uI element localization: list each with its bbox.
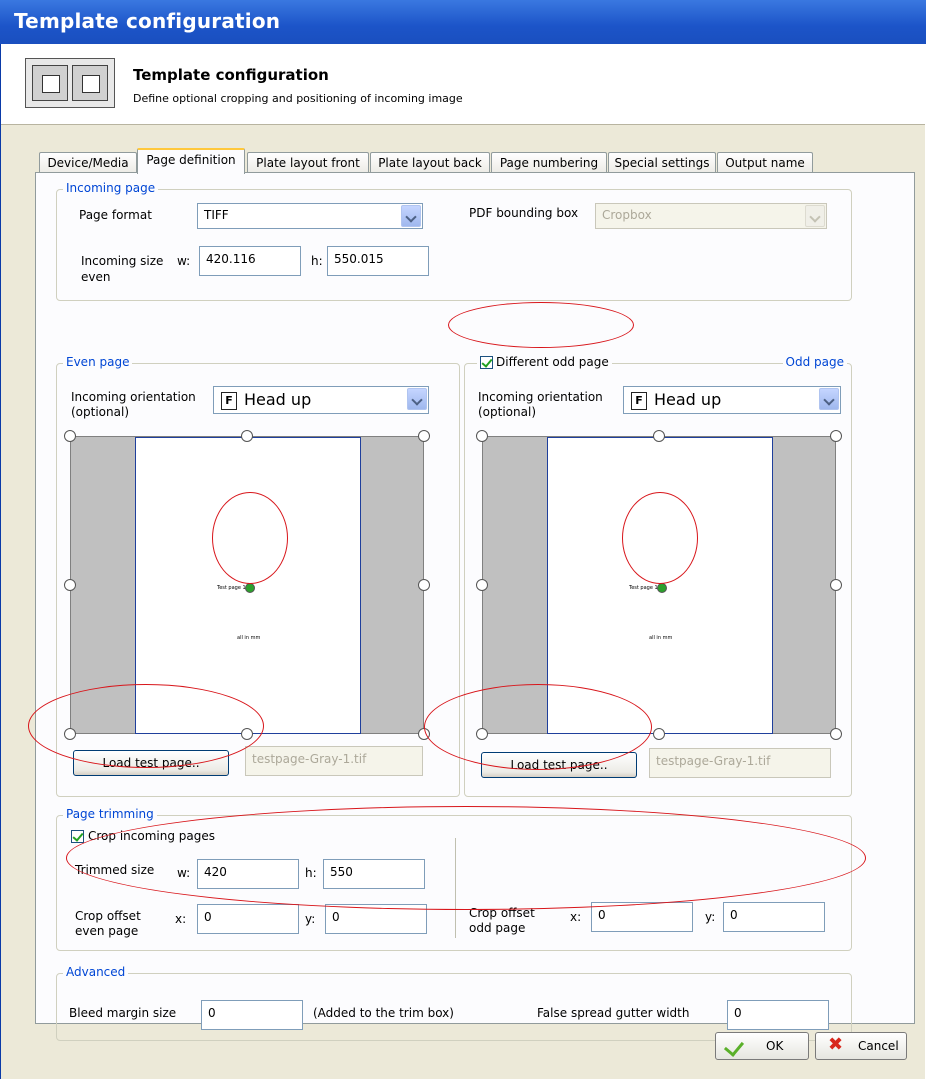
even-orientation-label: Incoming orientation: [71, 390, 196, 404]
bleed-margin-label: Bleed margin size: [69, 1006, 177, 1020]
incoming-page-legend: Incoming page: [63, 181, 159, 195]
odd-orientation-label: Incoming orientation: [478, 390, 603, 404]
odd-crop-offset-label2: odd page: [469, 921, 526, 935]
even-preview-small-text: all in mm: [237, 635, 261, 641]
different-odd-page-checkbox[interactable]: [480, 355, 493, 369]
advanced-group: Advanced Bleed margin size 0 (Added to t…: [56, 965, 852, 1041]
chevron-down-icon: [407, 388, 427, 410]
incoming-w-label: w:: [177, 254, 191, 268]
close-icon: ✖: [828, 1034, 844, 1055]
even-crop-offset-label2: even page: [75, 924, 139, 938]
pdf-bounding-box-select[interactable]: Cropbox: [595, 203, 827, 229]
window-title: Template configuration: [14, 9, 281, 33]
odd-handle-top-left[interactable]: [476, 430, 488, 442]
bleed-margin-note: (Added to the trim box): [313, 1006, 454, 1020]
even-y-label: y:: [305, 912, 316, 926]
orientation-f-icon: F: [221, 392, 237, 410]
different-odd-page-toggle[interactable]: Different odd page: [477, 355, 612, 369]
odd-y-label: y:: [705, 910, 716, 924]
tab-plate-layout-front[interactable]: Plate layout front: [247, 152, 369, 173]
tab-page-numbering[interactable]: Page numbering: [491, 152, 607, 173]
page-format-label: Page format: [79, 208, 152, 222]
odd-preview-small-text: all in mm: [649, 635, 673, 641]
odd-handle-top-right[interactable]: [830, 430, 842, 442]
annotation-circle: [212, 492, 288, 584]
odd-orientation-optional: (optional): [478, 405, 536, 419]
odd-x-label: x:: [570, 910, 582, 924]
template-icon: [25, 58, 115, 108]
even-x-label: x:: [175, 912, 187, 926]
odd-handle-top[interactable]: [653, 430, 665, 442]
even-preview-text: Test page 1: [217, 585, 246, 591]
incoming-size-label: Incoming size: [81, 254, 164, 268]
chevron-down-icon: [819, 388, 839, 410]
even-orientation-optional: (optional): [71, 405, 129, 419]
pdf-bounding-box-label: PDF bounding box: [469, 206, 579, 220]
incoming-height-input[interactable]: 550.015: [327, 246, 429, 276]
incoming-size-even-label: even: [81, 270, 111, 284]
odd-preview-text: Test page 1: [629, 585, 658, 591]
odd-anchor-dot[interactable]: [657, 583, 667, 593]
even-orientation-select[interactable]: F Head up: [213, 386, 429, 414]
tab-plate-layout-back[interactable]: Plate layout back: [370, 152, 490, 173]
header-title: Template configuration: [133, 66, 329, 84]
even-handle-top-right[interactable]: [418, 430, 430, 442]
odd-orientation-select[interactable]: F Head up: [623, 386, 841, 414]
tab-output-name[interactable]: Output name: [717, 152, 813, 173]
odd-handle-left[interactable]: [476, 579, 488, 591]
bleed-margin-input[interactable]: 0: [201, 1000, 303, 1030]
tab-page-definition[interactable]: Page definition: [137, 148, 245, 174]
chevron-down-icon: [401, 205, 421, 227]
odd-test-file-field[interactable]: testpage-Gray-1.tif: [649, 748, 831, 778]
advanced-legend: Advanced: [63, 965, 129, 979]
gutter-width-label: False spread gutter width: [537, 1006, 690, 1020]
crop-incoming-checkbox[interactable]: [71, 830, 84, 843]
chevron-down-icon: [805, 205, 825, 227]
odd-handle-bottom[interactable]: [653, 728, 665, 740]
gutter-width-input[interactable]: 0: [727, 1000, 829, 1030]
dialog-header: Template configuration Define optional c…: [1, 44, 925, 125]
incoming-page-group: Incoming page Page format TIFF PDF bound…: [56, 181, 852, 301]
annotation-circle: [66, 806, 866, 910]
odd-page-legend: Odd page: [782, 355, 847, 369]
even-handle-top[interactable]: [241, 430, 253, 442]
annotation-circle: [622, 492, 698, 584]
cancel-button[interactable]: ✖ Cancel: [815, 1032, 907, 1060]
tab-special-settings[interactable]: Special settings: [608, 152, 716, 173]
tab-device-media[interactable]: Device/Media: [39, 152, 137, 173]
even-test-file-field[interactable]: testpage-Gray-1.tif: [245, 746, 423, 776]
orientation-f-icon: F: [631, 392, 647, 410]
even-handle-left[interactable]: [64, 579, 76, 591]
page-trimming-legend: Page trimming: [63, 807, 157, 821]
even-handle-right[interactable]: [418, 579, 430, 591]
even-handle-top-left[interactable]: [64, 430, 76, 442]
odd-offset-y-input[interactable]: 0: [723, 902, 825, 932]
even-page-legend: Even page: [63, 355, 133, 369]
ok-button[interactable]: OK: [715, 1032, 809, 1060]
even-crop-offset-label: Crop offset: [75, 909, 141, 923]
even-offset-x-input[interactable]: 0: [197, 904, 299, 934]
annotation-circle: [28, 684, 264, 768]
odd-handle-right[interactable]: [830, 579, 842, 591]
incoming-h-label: h:: [311, 254, 323, 268]
dialog-body: Template configuration Define optional c…: [0, 44, 925, 1079]
annotation-circle: [424, 684, 652, 770]
page-format-select[interactable]: TIFF: [197, 203, 423, 229]
odd-handle-bottom-right[interactable]: [830, 728, 842, 740]
header-subtitle: Define optional cropping and positioning…: [133, 92, 463, 105]
incoming-width-input[interactable]: 420.116: [199, 246, 301, 276]
title-bar: Template configuration: [0, 0, 926, 44]
annotation-circle: [448, 302, 634, 348]
checkmark-icon: [723, 1036, 745, 1057]
even-anchor-dot[interactable]: [245, 583, 255, 593]
